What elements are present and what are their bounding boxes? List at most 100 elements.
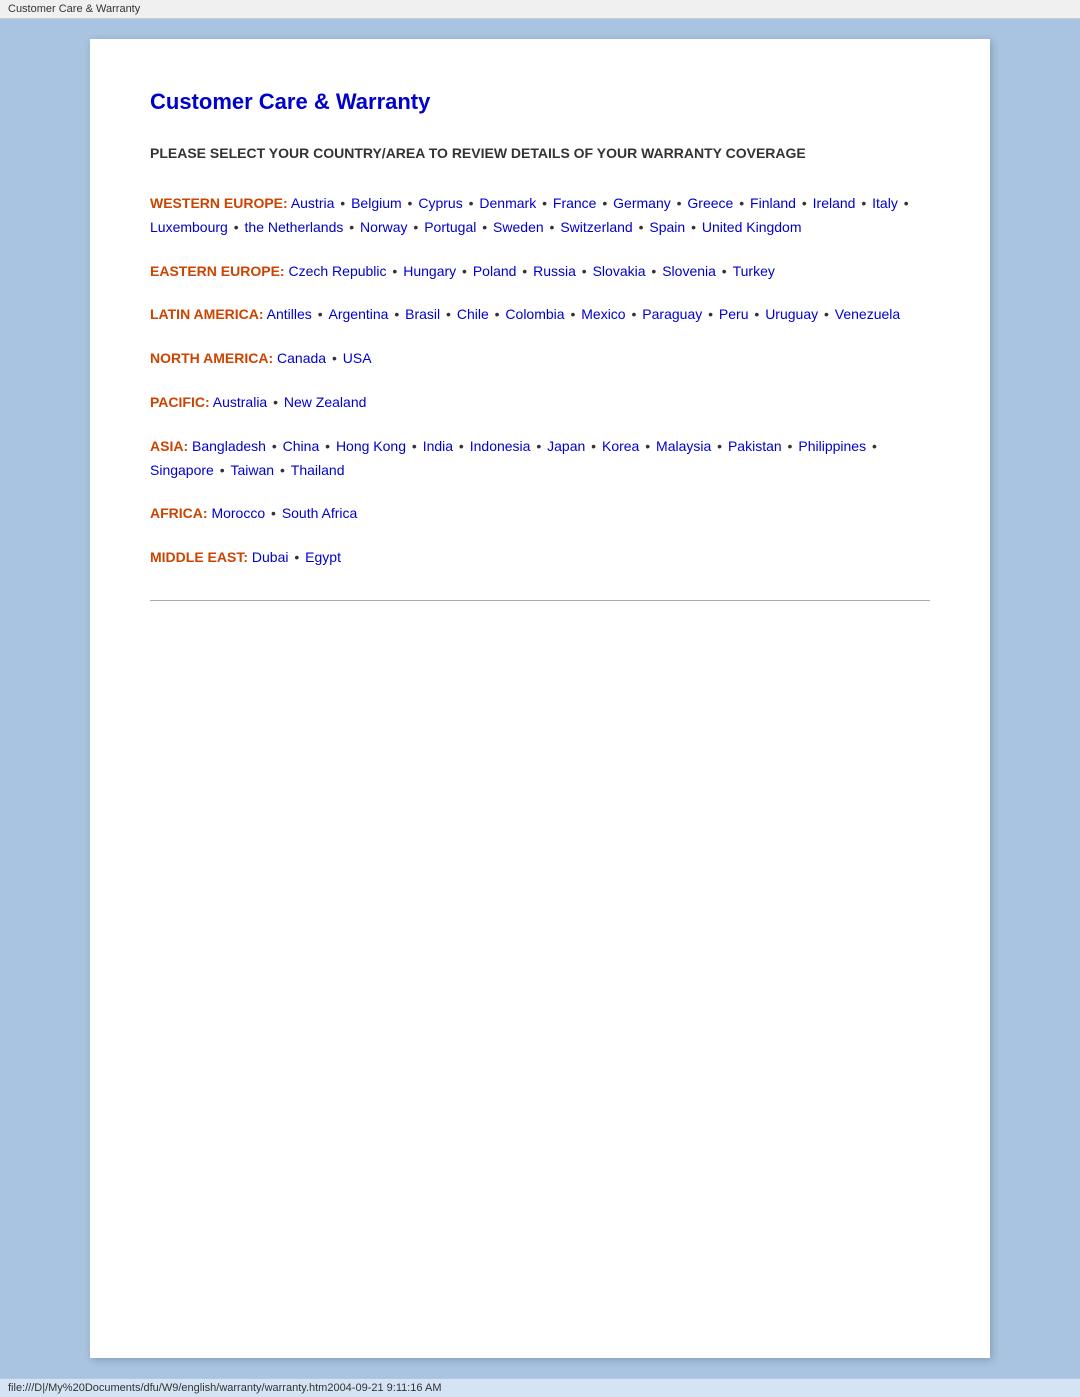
country-link-cyprus[interactable]: Cyprus (418, 195, 462, 211)
browser-content: Customer Care & Warranty PLEASE SELECT Y… (0, 19, 1080, 1378)
title-bar: Customer Care & Warranty (0, 0, 1080, 19)
bullet-separator: • (641, 438, 654, 454)
country-link-portugal[interactable]: Portugal (424, 219, 476, 235)
separator (150, 600, 930, 601)
country-link-turkey[interactable]: Turkey (733, 263, 775, 279)
bullet-separator: • (704, 306, 717, 322)
country-link-bangladesh[interactable]: Bangladesh (192, 438, 266, 454)
country-link-hong-kong[interactable]: Hong Kong (336, 438, 406, 454)
bullet-separator: • (268, 438, 281, 454)
country-link-dubai[interactable]: Dubai (252, 549, 289, 565)
country-link-poland[interactable]: Poland (473, 263, 517, 279)
region-block-pacific: PACIFIC: Australia • New Zealand (150, 391, 930, 415)
country-link-argentina[interactable]: Argentina (329, 306, 389, 322)
country-link-singapore[interactable]: Singapore (150, 462, 214, 478)
bullet-separator: • (798, 195, 811, 211)
instruction-text: PLEASE SELECT YOUR COUNTRY/AREA TO REVIE… (150, 143, 930, 164)
page-title: Customer Care & Warranty (150, 89, 930, 115)
country-link-finland[interactable]: Finland (750, 195, 796, 211)
country-link-south-africa[interactable]: South Africa (282, 505, 358, 521)
region-countries-asia: Bangladesh • China • Hong Kong • India •… (150, 438, 879, 478)
country-link-austria[interactable]: Austria (291, 195, 335, 211)
bullet-separator: • (478, 219, 491, 235)
country-link-japan[interactable]: Japan (547, 438, 585, 454)
regions-container: WESTERN EUROPE: Austria • Belgium • Cypr… (150, 192, 930, 570)
bullet-separator: • (290, 549, 303, 565)
country-link-uruguay[interactable]: Uruguay (765, 306, 818, 322)
country-link-hungary[interactable]: Hungary (403, 263, 456, 279)
region-block-eastern-europe: EASTERN EUROPE: Czech Republic • Hungary… (150, 260, 930, 284)
country-link-belgium[interactable]: Belgium (351, 195, 402, 211)
country-link-new-zealand[interactable]: New Zealand (284, 394, 367, 410)
country-link-slovenia[interactable]: Slovenia (662, 263, 716, 279)
bullet-separator: • (687, 219, 700, 235)
country-link-indonesia[interactable]: Indonesia (470, 438, 531, 454)
country-link-brasil[interactable]: Brasil (405, 306, 440, 322)
country-link-usa[interactable]: USA (343, 350, 372, 366)
country-link-norway[interactable]: Norway (360, 219, 407, 235)
country-link-chile[interactable]: Chile (457, 306, 489, 322)
country-link-mexico[interactable]: Mexico (581, 306, 625, 322)
country-link-switzerland[interactable]: Switzerland (560, 219, 632, 235)
status-bar: file:///D|/My%20Documents/dfu/W9/english… (0, 1378, 1080, 1397)
region-countries-eastern-europe: Czech Republic • Hungary • Poland • Russ… (288, 263, 774, 279)
country-link-china[interactable]: China (283, 438, 320, 454)
region-label-eastern-europe: EASTERN EUROPE: (150, 263, 285, 279)
country-link-italy[interactable]: Italy (872, 195, 898, 211)
country-link-peru[interactable]: Peru (719, 306, 749, 322)
bullet-separator: • (408, 438, 421, 454)
country-link-thailand[interactable]: Thailand (291, 462, 345, 478)
country-link-denmark[interactable]: Denmark (479, 195, 536, 211)
country-link-malaysia[interactable]: Malaysia (656, 438, 711, 454)
bullet-separator: • (578, 263, 591, 279)
country-link-pakistan[interactable]: Pakistan (728, 438, 782, 454)
bullet-separator: • (628, 306, 641, 322)
country-link-morocco[interactable]: Morocco (211, 505, 265, 521)
bullet-separator: • (410, 219, 423, 235)
bullet-separator: • (518, 263, 531, 279)
region-block-western-europe: WESTERN EUROPE: Austria • Belgium • Cypr… (150, 192, 930, 240)
country-link-slovakia[interactable]: Slovakia (593, 263, 646, 279)
country-link-india[interactable]: India (423, 438, 453, 454)
country-link-united-kingdom[interactable]: United Kingdom (702, 219, 802, 235)
country-link-venezuela[interactable]: Venezuela (835, 306, 900, 322)
country-link-luxembourg[interactable]: Luxembourg (150, 219, 228, 235)
country-link-korea[interactable]: Korea (602, 438, 639, 454)
country-link-germany[interactable]: Germany (613, 195, 671, 211)
bullet-separator: • (465, 195, 478, 211)
region-block-latin-america: LATIN AMERICA: Antilles • Argentina • Br… (150, 303, 930, 327)
region-label-middle-east: MIDDLE EAST: (150, 549, 248, 565)
region-block-africa: AFRICA: Morocco • South Africa (150, 502, 930, 526)
country-link-paraguay[interactable]: Paraguay (642, 306, 702, 322)
bullet-separator: • (673, 195, 686, 211)
bullet-separator: • (735, 195, 748, 211)
country-link-spain[interactable]: Spain (649, 219, 685, 235)
country-link-russia[interactable]: Russia (533, 263, 576, 279)
page-container: Customer Care & Warranty PLEASE SELECT Y… (90, 39, 990, 1358)
country-link-greece[interactable]: Greece (687, 195, 733, 211)
country-link-philippines[interactable]: Philippines (798, 438, 866, 454)
country-link-sweden[interactable]: Sweden (493, 219, 544, 235)
bullet-separator: • (713, 438, 726, 454)
bullet-separator: • (751, 306, 764, 322)
country-link-egypt[interactable]: Egypt (305, 549, 341, 565)
bullet-separator: • (532, 438, 545, 454)
country-link-canada[interactable]: Canada (277, 350, 326, 366)
country-link-ireland[interactable]: Ireland (813, 195, 856, 211)
region-countries-pacific: Australia • New Zealand (213, 394, 367, 410)
country-link-colombia[interactable]: Colombia (505, 306, 564, 322)
country-link-czech-republic[interactable]: Czech Republic (288, 263, 386, 279)
country-link-taiwan[interactable]: Taiwan (231, 462, 275, 478)
bullet-separator: • (900, 195, 909, 211)
bullet-separator: • (458, 263, 471, 279)
bullet-separator: • (389, 263, 402, 279)
region-countries-middle-east: Dubai • Egypt (252, 549, 341, 565)
country-link-antilles[interactable]: Antilles (267, 306, 312, 322)
country-link-france[interactable]: France (553, 195, 597, 211)
country-link-australia[interactable]: Australia (213, 394, 267, 410)
bullet-separator: • (587, 438, 600, 454)
country-link-the-netherlands[interactable]: the Netherlands (245, 219, 344, 235)
region-label-asia: ASIA: (150, 438, 188, 454)
region-block-asia: ASIA: Bangladesh • China • Hong Kong • I… (150, 435, 930, 483)
bullet-separator: • (648, 263, 661, 279)
